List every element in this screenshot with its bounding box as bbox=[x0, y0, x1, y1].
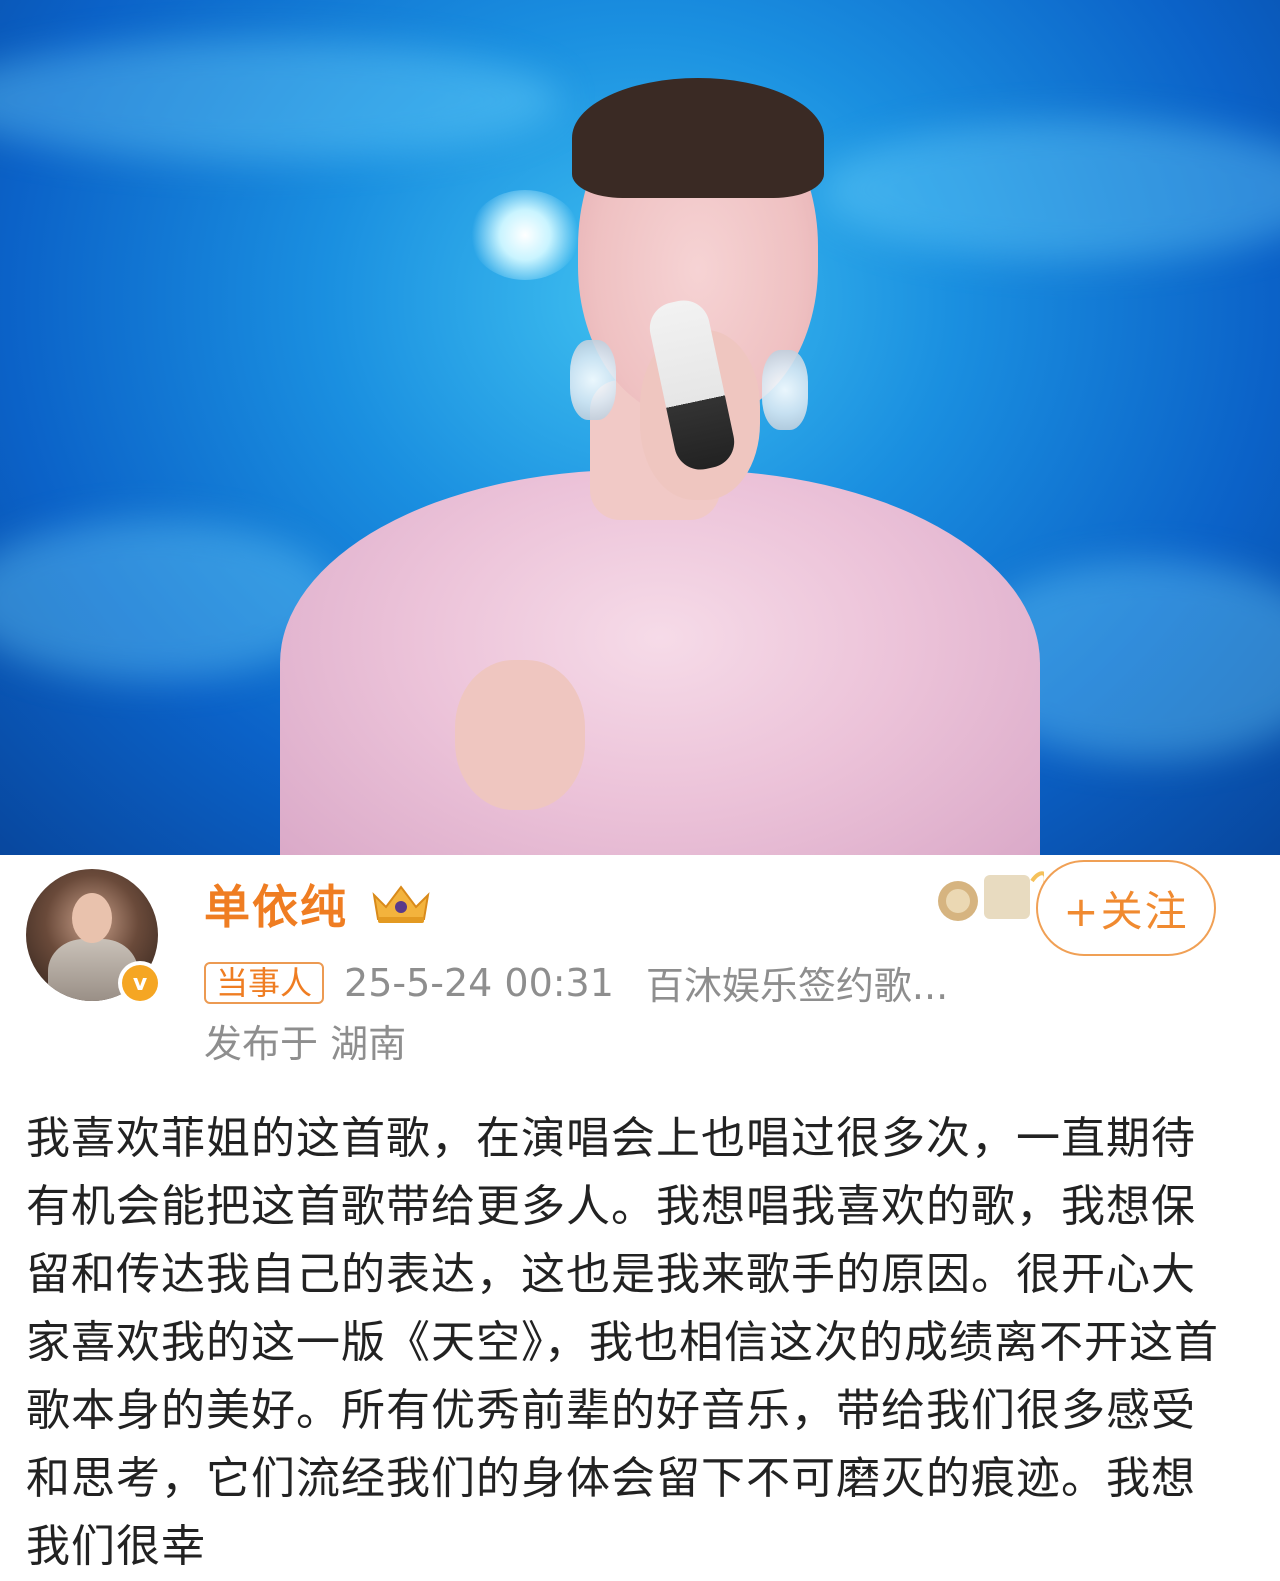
stage-light-flare bbox=[470, 190, 580, 280]
post-card: v 单依纯 +关注 当事人 25-5-24 00:31 百沐娱乐签约歌... 发… bbox=[0, 855, 1280, 1572]
light-streak bbox=[0, 40, 560, 160]
post-location: 发布于 湖南 bbox=[204, 1022, 407, 1066]
post-timestamp: 25-5-24 00:31 bbox=[344, 960, 614, 1005]
v-verified-icon: v bbox=[122, 965, 158, 1001]
earring-right bbox=[762, 350, 808, 430]
post-meta: 当事人 25-5-24 00:31 百沐娱乐签约歌... bbox=[204, 955, 948, 1010]
avatar-face bbox=[72, 893, 112, 943]
event-badge-icon bbox=[938, 871, 1044, 921]
party-tag: 当事人 bbox=[204, 961, 325, 1004]
post-source[interactable]: 百沐娱乐签约歌... bbox=[646, 955, 948, 1010]
singer-dress bbox=[280, 470, 1040, 855]
singer-hair bbox=[572, 78, 824, 198]
post-text: 我喜欢菲姐的这首歌，在演唱会上也唱过很多次，一直期待有机会能把这首歌带给更多人。… bbox=[26, 1113, 1219, 1572]
light-streak bbox=[820, 120, 1280, 260]
crown-icon bbox=[372, 885, 430, 923]
author-name[interactable]: 单依纯 bbox=[204, 871, 348, 937]
post-photo[interactable] bbox=[0, 0, 1280, 855]
earring-left bbox=[570, 340, 616, 420]
singer-hand bbox=[455, 660, 585, 810]
follow-button[interactable]: +关注 bbox=[1036, 860, 1216, 956]
verified-badge: v bbox=[118, 961, 162, 1005]
